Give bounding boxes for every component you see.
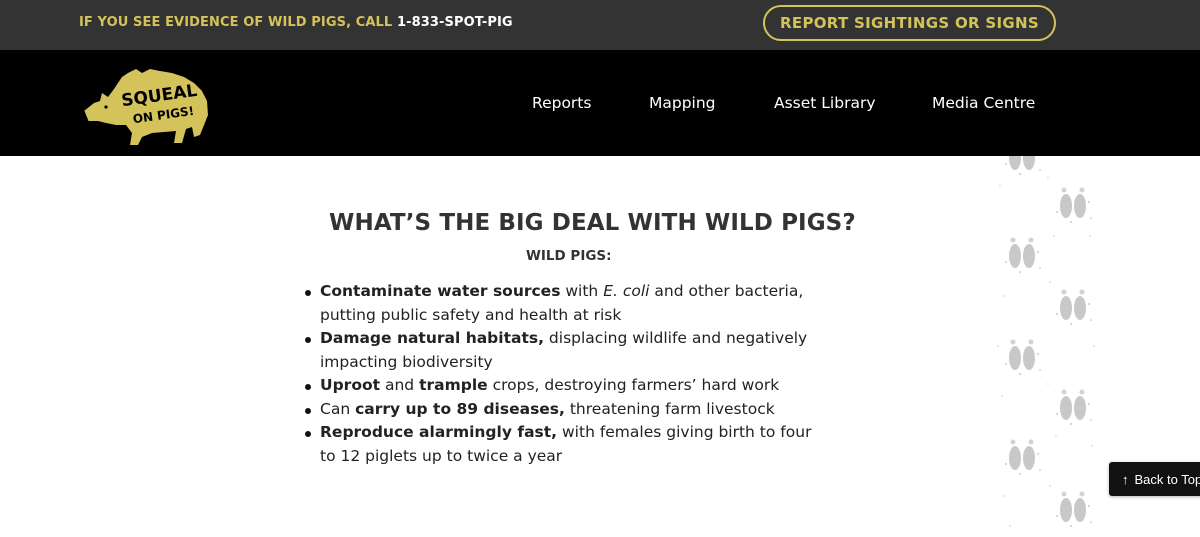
nav-asset-library[interactable]: Asset Library: [774, 94, 876, 112]
back-to-top-button[interactable]: ↑ Back to Top: [1109, 462, 1200, 496]
list-item: Reproduce alarmingly fast, with females …: [303, 421, 823, 468]
back-to-top-label: Back to Top: [1134, 471, 1200, 487]
arrow-up-icon: ↑: [1122, 471, 1129, 487]
nav-reports[interactable]: Reports: [532, 94, 591, 112]
page-title: WHAT’S THE BIG DEAL WITH WILD PIGS?: [329, 210, 856, 236]
pig-tracks-icon: [997, 156, 1095, 527]
pig-tracks-decoration: [990, 156, 1100, 537]
list-item: Damage natural habitats, displacing wild…: [303, 327, 823, 374]
pig-logo-icon: SQUEAL ON PIGS!: [83, 69, 208, 145]
phone-number[interactable]: 1-833-SPOT-PIG: [397, 15, 513, 30]
main-nav-bar: SQUEAL ON PIGS! Reports Mapping Asset Li…: [0, 50, 1200, 156]
top-alert-bar: IF YOU SEE EVIDENCE OF WILD PIGS, CALL 1…: [0, 0, 1200, 50]
alert-message: IF YOU SEE EVIDENCE OF WILD PIGS, CALL 1…: [79, 15, 513, 30]
report-sightings-button[interactable]: REPORT SIGHTINGS OR SIGNS: [763, 5, 1056, 41]
alert-text: IF YOU SEE EVIDENCE OF WILD PIGS, CALL: [79, 15, 397, 30]
nav-mapping[interactable]: Mapping: [649, 94, 716, 112]
list-item: Uproot and trample crops, destroying far…: [303, 374, 823, 398]
section-subheading: WILD PIGS:: [526, 248, 612, 264]
facts-list: Contaminate water sources with E. coli a…: [303, 280, 823, 468]
list-item: Contaminate water sources with E. coli a…: [303, 280, 823, 327]
list-item: Can carry up to 89 diseases, threatening…: [303, 398, 823, 422]
site-logo[interactable]: SQUEAL ON PIGS!: [80, 63, 212, 145]
nav-media-centre[interactable]: Media Centre: [932, 94, 1035, 112]
